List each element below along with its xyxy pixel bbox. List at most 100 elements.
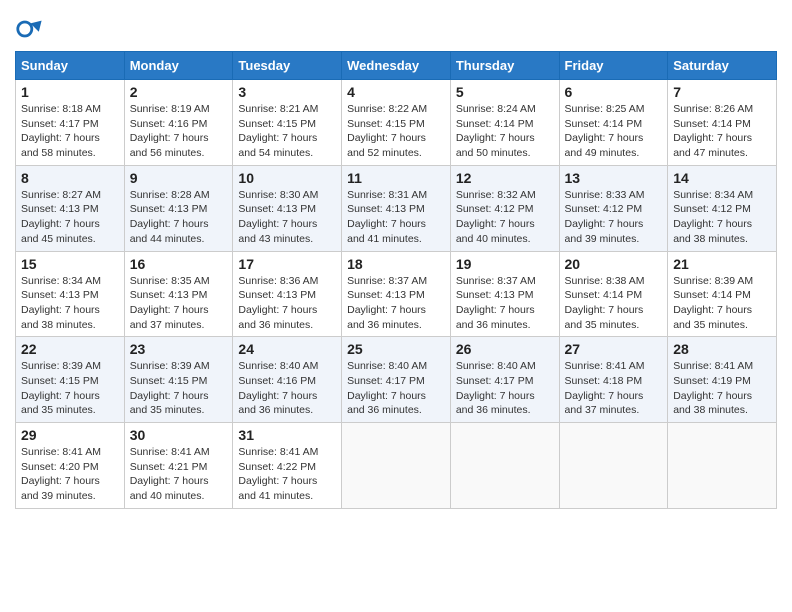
cell-details: Sunrise: 8:37 AMSunset: 4:13 PMDaylight:… bbox=[456, 274, 554, 333]
cell-details: Sunrise: 8:31 AMSunset: 4:13 PMDaylight:… bbox=[347, 188, 445, 247]
cell-details: Sunrise: 8:27 AMSunset: 4:13 PMDaylight:… bbox=[21, 188, 119, 247]
calendar-cell: 16Sunrise: 8:35 AMSunset: 4:13 PMDayligh… bbox=[124, 251, 233, 337]
cell-details: Sunrise: 8:35 AMSunset: 4:13 PMDaylight:… bbox=[130, 274, 228, 333]
cell-details: Sunrise: 8:41 AMSunset: 4:19 PMDaylight:… bbox=[673, 359, 771, 418]
day-number: 30 bbox=[130, 427, 228, 443]
cell-details: Sunrise: 8:40 AMSunset: 4:17 PMDaylight:… bbox=[347, 359, 445, 418]
calendar-cell: 1 Sunrise: 8:18 AMSunset: 4:17 PMDaylight… bbox=[16, 80, 125, 166]
day-number: 26 bbox=[456, 341, 554, 357]
cell-details: Sunrise: 8:33 AMSunset: 4:12 PMDaylight:… bbox=[565, 188, 663, 247]
cell-details: Sunrise: 8:41 AMSunset: 4:20 PMDaylight:… bbox=[21, 445, 119, 504]
logo bbox=[15, 15, 47, 43]
calendar-cell: 10 Sunrise: 8:30 AMSunset: 4:13 PMDayligh… bbox=[233, 165, 342, 251]
day-number: 1 bbox=[21, 84, 119, 100]
day-number: 6 bbox=[565, 84, 663, 100]
day-number: 17 bbox=[238, 256, 336, 272]
calendar-cell: 11 Sunrise: 8:31 AMSunset: 4:13 PMDayligh… bbox=[342, 165, 451, 251]
day-number: 10 bbox=[238, 170, 336, 186]
logo-icon bbox=[15, 15, 43, 43]
day-header-thursday: Thursday bbox=[450, 52, 559, 80]
day-number: 27 bbox=[565, 341, 663, 357]
calendar-cell: 12 Sunrise: 8:32 AMSunset: 4:12 PMDayligh… bbox=[450, 165, 559, 251]
calendar-cell: 7 Sunrise: 8:26 AMSunset: 4:14 PMDaylight… bbox=[668, 80, 777, 166]
day-number: 13 bbox=[565, 170, 663, 186]
day-number: 24 bbox=[238, 341, 336, 357]
week-row-5: 29 Sunrise: 8:41 AMSunset: 4:20 PMDayligh… bbox=[16, 423, 777, 509]
day-number: 15 bbox=[21, 256, 119, 272]
cell-details: Sunrise: 8:39 AMSunset: 4:15 PMDaylight:… bbox=[130, 359, 228, 418]
cell-details: Sunrise: 8:41 AMSunset: 4:21 PMDaylight:… bbox=[130, 445, 228, 504]
calendar-cell bbox=[668, 423, 777, 509]
calendar-cell: 14 Sunrise: 8:34 AMSunset: 4:12 PMDayligh… bbox=[668, 165, 777, 251]
days-header-row: SundayMondayTuesdayWednesdayThursdayFrid… bbox=[16, 52, 777, 80]
calendar-cell: 6Sunrise: 8:25 AMSunset: 4:14 PMDaylight… bbox=[559, 80, 668, 166]
day-number: 28 bbox=[673, 341, 771, 357]
cell-details: Sunrise: 8:18 AMSunset: 4:17 PMDaylight:… bbox=[21, 102, 119, 161]
calendar-cell: 23 Sunrise: 8:39 AMSunset: 4:15 PMDayligh… bbox=[124, 337, 233, 423]
cell-details: Sunrise: 8:34 AMSunset: 4:12 PMDaylight:… bbox=[673, 188, 771, 247]
cell-details: Sunrise: 8:40 AMSunset: 4:16 PMDaylight:… bbox=[238, 359, 336, 418]
cell-details: Sunrise: 8:34 AMSunset: 4:13 PMDaylight:… bbox=[21, 274, 119, 333]
cell-details: Sunrise: 8:36 AMSunset: 4:13 PMDaylight:… bbox=[238, 274, 336, 333]
cell-details: Sunrise: 8:26 AMSunset: 4:14 PMDaylight:… bbox=[673, 102, 771, 161]
week-row-4: 22 Sunrise: 8:39 AMSunset: 4:15 PMDayligh… bbox=[16, 337, 777, 423]
day-header-tuesday: Tuesday bbox=[233, 52, 342, 80]
calendar-cell: 27 Sunrise: 8:41 AMSunset: 4:18 PMDayligh… bbox=[559, 337, 668, 423]
cell-details: Sunrise: 8:24 AMSunset: 4:14 PMDaylight:… bbox=[456, 102, 554, 161]
calendar-cell: 5 Sunrise: 8:24 AMSunset: 4:14 PMDaylight… bbox=[450, 80, 559, 166]
day-number: 7 bbox=[673, 84, 771, 100]
calendar-cell bbox=[450, 423, 559, 509]
calendar-cell: 19 Sunrise: 8:37 AMSunset: 4:13 PMDayligh… bbox=[450, 251, 559, 337]
day-number: 2 bbox=[130, 84, 228, 100]
day-number: 19 bbox=[456, 256, 554, 272]
cell-details: Sunrise: 8:30 AMSunset: 4:13 PMDaylight:… bbox=[238, 188, 336, 247]
cell-details: Sunrise: 8:32 AMSunset: 4:12 PMDaylight:… bbox=[456, 188, 554, 247]
cell-details: Sunrise: 8:19 AMSunset: 4:16 PMDaylight:… bbox=[130, 102, 228, 161]
day-number: 11 bbox=[347, 170, 445, 186]
cell-details: Sunrise: 8:41 AMSunset: 4:18 PMDaylight:… bbox=[565, 359, 663, 418]
day-number: 18 bbox=[347, 256, 445, 272]
day-number: 12 bbox=[456, 170, 554, 186]
day-header-wednesday: Wednesday bbox=[342, 52, 451, 80]
day-number: 22 bbox=[21, 341, 119, 357]
calendar-cell: 4 Sunrise: 8:22 AMSunset: 4:15 PMDaylight… bbox=[342, 80, 451, 166]
calendar-cell: 9 Sunrise: 8:28 AMSunset: 4:13 PMDaylight… bbox=[124, 165, 233, 251]
week-row-2: 8 Sunrise: 8:27 AMSunset: 4:13 PMDaylight… bbox=[16, 165, 777, 251]
cell-details: Sunrise: 8:38 AMSunset: 4:14 PMDaylight:… bbox=[565, 274, 663, 333]
week-row-1: 1 Sunrise: 8:18 AMSunset: 4:17 PMDaylight… bbox=[16, 80, 777, 166]
cell-details: Sunrise: 8:37 AMSunset: 4:13 PMDaylight:… bbox=[347, 274, 445, 333]
calendar-cell: 13 Sunrise: 8:33 AMSunset: 4:12 PMDayligh… bbox=[559, 165, 668, 251]
day-number: 3 bbox=[238, 84, 336, 100]
week-row-3: 15 Sunrise: 8:34 AMSunset: 4:13 PMDayligh… bbox=[16, 251, 777, 337]
cell-details: Sunrise: 8:28 AMSunset: 4:13 PMDaylight:… bbox=[130, 188, 228, 247]
calendar-cell: 8 Sunrise: 8:27 AMSunset: 4:13 PMDaylight… bbox=[16, 165, 125, 251]
day-number: 21 bbox=[673, 256, 771, 272]
day-number: 5 bbox=[456, 84, 554, 100]
day-number: 4 bbox=[347, 84, 445, 100]
day-number: 20 bbox=[565, 256, 663, 272]
day-number: 8 bbox=[21, 170, 119, 186]
calendar-table: SundayMondayTuesdayWednesdayThursdayFrid… bbox=[15, 51, 777, 509]
calendar-cell: 3 Sunrise: 8:21 AMSunset: 4:15 PMDaylight… bbox=[233, 80, 342, 166]
cell-details: Sunrise: 8:39 AMSunset: 4:14 PMDaylight:… bbox=[673, 274, 771, 333]
day-header-sunday: Sunday bbox=[16, 52, 125, 80]
calendar-cell: 25 Sunrise: 8:40 AMSunset: 4:17 PMDayligh… bbox=[342, 337, 451, 423]
calendar-cell: 18 Sunrise: 8:37 AMSunset: 4:13 PMDayligh… bbox=[342, 251, 451, 337]
day-header-friday: Friday bbox=[559, 52, 668, 80]
cell-details: Sunrise: 8:21 AMSunset: 4:15 PMDaylight:… bbox=[238, 102, 336, 161]
day-number: 23 bbox=[130, 341, 228, 357]
cell-details: Sunrise: 8:39 AMSunset: 4:15 PMDaylight:… bbox=[21, 359, 119, 418]
day-number: 9 bbox=[130, 170, 228, 186]
day-number: 25 bbox=[347, 341, 445, 357]
cell-details: Sunrise: 8:40 AMSunset: 4:17 PMDaylight:… bbox=[456, 359, 554, 418]
calendar-cell: 28 Sunrise: 8:41 AMSunset: 4:19 PMDayligh… bbox=[668, 337, 777, 423]
day-number: 29 bbox=[21, 427, 119, 443]
day-number: 31 bbox=[238, 427, 336, 443]
calendar-cell: 17 Sunrise: 8:36 AMSunset: 4:13 PMDayligh… bbox=[233, 251, 342, 337]
day-header-monday: Monday bbox=[124, 52, 233, 80]
day-header-saturday: Saturday bbox=[668, 52, 777, 80]
cell-details: Sunrise: 8:22 AMSunset: 4:15 PMDaylight:… bbox=[347, 102, 445, 161]
calendar-cell bbox=[559, 423, 668, 509]
day-number: 14 bbox=[673, 170, 771, 186]
calendar-cell: 26 Sunrise: 8:40 AMSunset: 4:17 PMDayligh… bbox=[450, 337, 559, 423]
